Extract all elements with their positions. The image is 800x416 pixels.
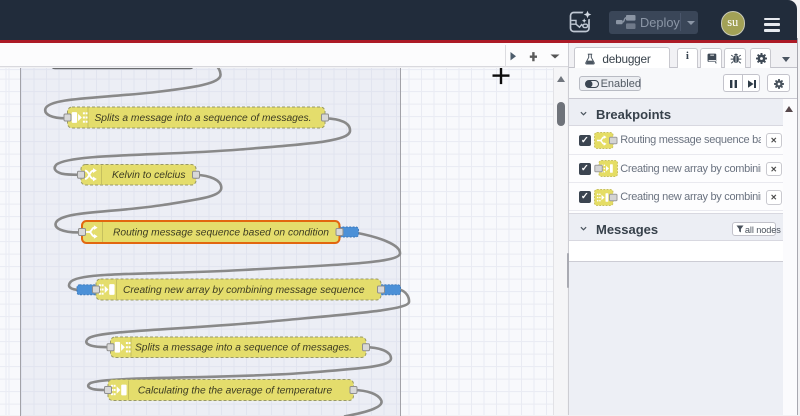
svg-text:Splits a message into a sequen: Splits a message into a sequence of mess… xyxy=(94,112,311,123)
svg-text:Calculating the the average of: Calculating the the average of temperatu… xyxy=(138,385,333,396)
svg-text:Splits a message into a sequen: Splits a message into a sequence of mess… xyxy=(135,342,352,353)
svg-text:Creating new array by combinin: Creating new array by combining message … xyxy=(123,284,365,295)
svg-text:Routing message sequence based: Routing message sequence based on condit… xyxy=(113,227,329,238)
svg-text:Kelvin to celcius: Kelvin to celcius xyxy=(112,170,186,181)
